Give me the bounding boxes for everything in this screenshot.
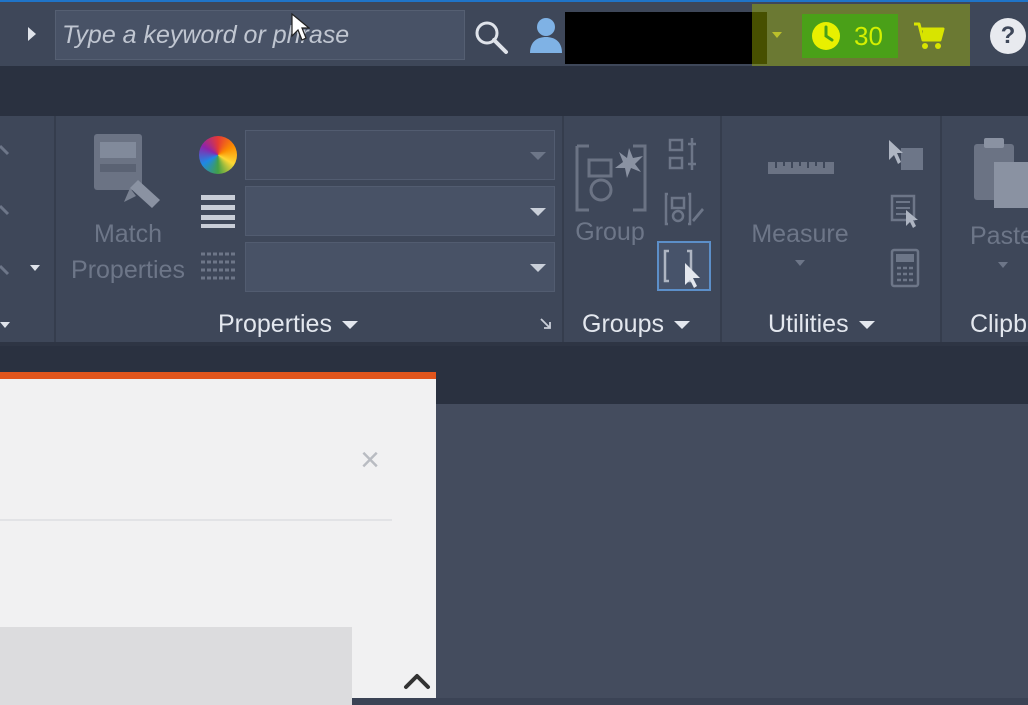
chevron-down-icon [530,208,546,216]
dialog-divider [0,519,392,521]
quick-select-icon[interactable] [885,138,925,174]
dialog-launcher-icon[interactable] [540,318,552,330]
search-box[interactable] [55,10,465,60]
user-name-redacted[interactable] [565,12,767,64]
match-properties-icon[interactable] [88,130,168,216]
select-all-icon[interactable] [888,194,922,228]
chevron-down-icon[interactable] [30,265,40,271]
chevron-down-icon[interactable] [998,262,1008,268]
chevron-down-icon [673,321,690,330]
trial-days-badge[interactable]: 30 [802,14,898,58]
cut-off-tool-icon[interactable] [0,126,14,306]
ribbon-tab-strip [0,66,1028,116]
groups-panel-label: Groups [582,310,664,338]
utilities-panel-label: Utilities [768,310,849,338]
dialog-panel: × [0,372,436,705]
lineweight-select[interactable] [245,186,555,236]
panel-separator [940,116,942,344]
color-select[interactable] [245,130,555,180]
linetype-icon [201,252,235,280]
measure-button-label[interactable]: Measure [740,216,860,252]
dialog-content-block [0,627,352,705]
chevron-down-icon [530,264,546,272]
groups-panel-title[interactable]: Groups [582,306,690,342]
group-edit-icon[interactable] [664,190,704,228]
match-properties-label-line2: Properties [71,256,185,284]
group-icon[interactable] [575,136,647,224]
panel-chevron-down-icon[interactable] [0,322,10,328]
panel-separator [54,116,56,344]
match-properties-label-line1: Match [93,220,163,248]
paste-button-label[interactable]: Paste [970,218,1028,254]
panel-separator [720,116,722,344]
chevron-up-icon[interactable] [400,669,434,693]
clock-icon [812,22,840,50]
paste-icon[interactable] [970,136,1028,212]
chevron-down-icon [530,152,546,160]
title-bar: 30 ? [0,0,1028,106]
properties-panel-label: Properties [218,310,332,338]
user-icon[interactable] [527,15,565,55]
group-selection-icon [663,249,700,288]
chevron-down-icon [341,321,358,330]
help-icon[interactable]: ? [990,18,1026,54]
calculator-icon[interactable] [890,248,920,288]
chevron-down-icon[interactable] [795,260,805,266]
ribbon: Match Properties Properties Group Groups… [0,116,1028,346]
expand-arrow-icon[interactable] [28,27,36,41]
color-wheel-icon [199,136,237,174]
chevron-down-icon [858,321,875,330]
panel-separator [562,116,564,344]
search-input[interactable] [56,11,464,59]
search-icon[interactable] [472,18,510,56]
group-button-label[interactable]: Group [565,214,655,250]
properties-panel-title[interactable]: Properties [218,306,358,342]
linetype-select[interactable] [245,242,555,292]
ungroup-icon[interactable] [668,136,700,172]
trial-days-count: 30 [854,21,883,51]
utilities-panel-title[interactable]: Utilities [768,306,875,342]
clipboard-panel-title[interactable]: Clipb [970,306,1027,342]
measure-icon[interactable] [766,156,836,180]
mouse-cursor-icon [291,12,310,41]
match-properties-button[interactable]: Match Properties [58,216,198,288]
group-selection-toggle[interactable] [657,241,711,291]
cart-icon[interactable] [912,20,946,52]
lineweight-icon [201,195,235,228]
drawing-area[interactable] [435,404,1028,698]
close-icon[interactable]: × [355,443,385,477]
